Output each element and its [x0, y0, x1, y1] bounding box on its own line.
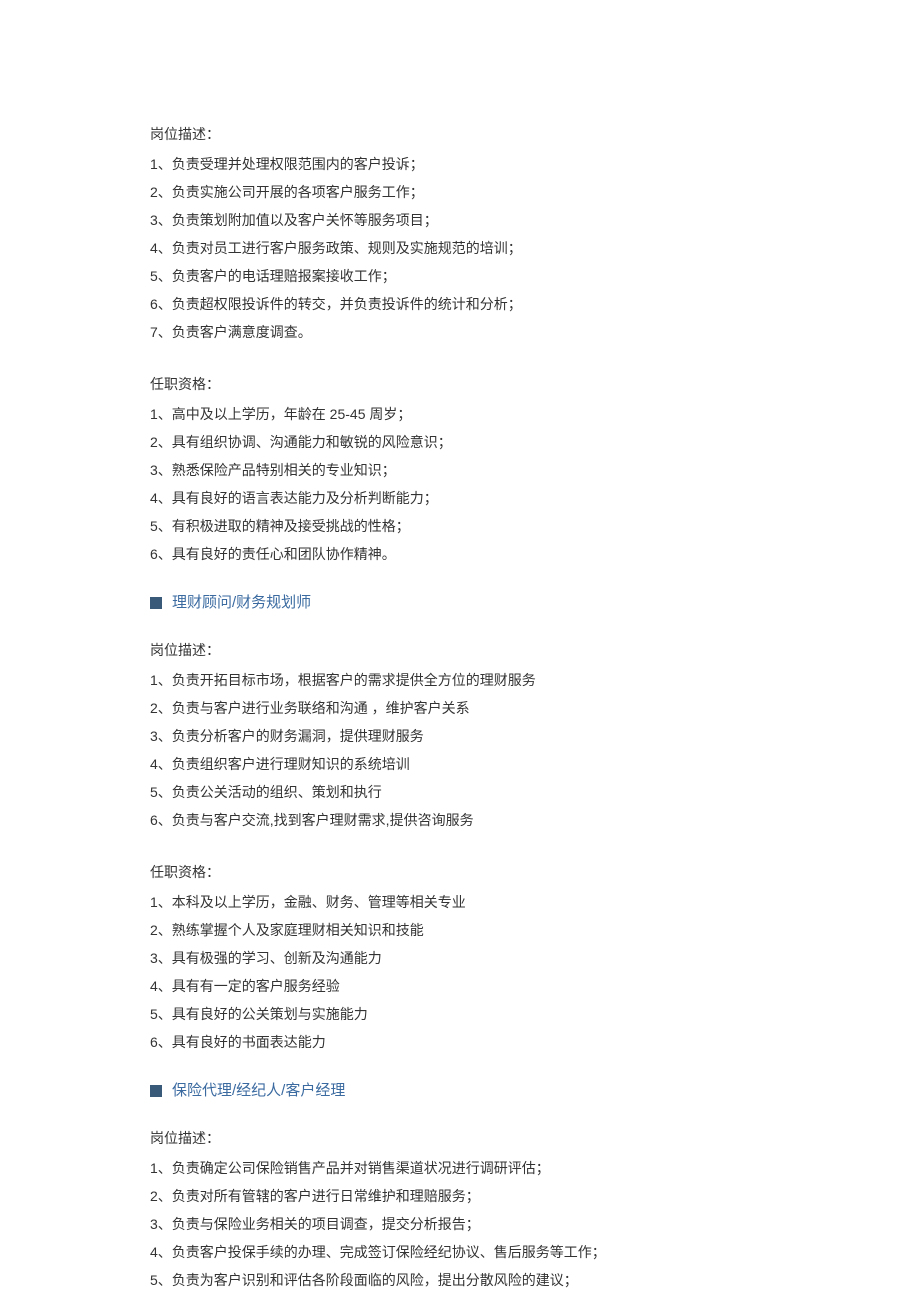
- job-desc-header-2: 岗位描述：: [150, 636, 770, 664]
- list-item: 1、负责确定公司保险销售产品并对销售渠道状况进行调研评估；: [150, 1154, 770, 1182]
- list-item: 3、负责分析客户的财务漏洞，提供理财服务: [150, 722, 770, 750]
- square-bullet-icon: [150, 1085, 162, 1097]
- list-item: 5、负责客户的电话理赔报案接收工作；: [150, 262, 770, 290]
- job-title-2: 理财顾问/财务规划师: [172, 588, 311, 618]
- qual-header-2: 任职资格：: [150, 858, 770, 886]
- list-item: 6、具有良好的书面表达能力: [150, 1028, 770, 1056]
- list-item: 3、熟悉保险产品特别相关的专业知识；: [150, 456, 770, 484]
- list-item: 1、负责受理并处理权限范围内的客户投诉；: [150, 150, 770, 178]
- list-item: 2、具有组织协调、沟通能力和敏锐的风险意识；: [150, 428, 770, 456]
- list-item: 5、负责公关活动的组织、策划和执行: [150, 778, 770, 806]
- list-item: 4、负责对员工进行客户服务政策、规则及实施规范的培训；: [150, 234, 770, 262]
- list-item: 6、负责与客户交流,找到客户理财需求,提供咨询服务: [150, 806, 770, 834]
- section-2: 理财顾问/财务规划师 岗位描述： 1、负责开拓目标市场，根据客户的需求提供全方位…: [150, 588, 770, 1056]
- list-item: 2、负责实施公司开展的各项客户服务工作；: [150, 178, 770, 206]
- section-1: 岗位描述： 1、负责受理并处理权限范围内的客户投诉； 2、负责实施公司开展的各项…: [150, 120, 770, 568]
- list-item: 2、负责与客户进行业务联络和沟通 ，维护客户关系: [150, 694, 770, 722]
- list-item: 1、负责开拓目标市场，根据客户的需求提供全方位的理财服务: [150, 666, 770, 694]
- job-desc-header-1: 岗位描述：: [150, 120, 770, 148]
- list-item: 1、本科及以上学历，金融、财务、管理等相关专业: [150, 888, 770, 916]
- list-item: 5、负责为客户识别和评估各阶段面临的风险，提出分散风险的建议；: [150, 1266, 770, 1294]
- spacer: [150, 346, 770, 370]
- list-item: 4、具有有一定的客户服务经验: [150, 972, 770, 1000]
- list-item: 7、负责客户满意度调查。: [150, 318, 770, 346]
- list-item: 2、熟练掌握个人及家庭理财相关知识和技能: [150, 916, 770, 944]
- spacer: [150, 834, 770, 858]
- qual-header-1: 任职资格：: [150, 370, 770, 398]
- list-item: 3、负责策划附加值以及客户关怀等服务项目；: [150, 206, 770, 234]
- list-item: 4、负责组织客户进行理财知识的系统培训: [150, 750, 770, 778]
- job-title-row-2: 理财顾问/财务规划师: [150, 588, 770, 618]
- list-item: 6、具有良好的责任心和团队协作精神。: [150, 540, 770, 568]
- list-item: 2、负责对所有管辖的客户进行日常维护和理赔服务；: [150, 1182, 770, 1210]
- list-item: 1、高中及以上学历，年龄在 25-45 周岁；: [150, 400, 770, 428]
- list-item: 5、有积极进取的精神及接受挑战的性格；: [150, 512, 770, 540]
- list-item: 3、具有极强的学习、创新及沟通能力: [150, 944, 770, 972]
- job-desc-header-3: 岗位描述：: [150, 1124, 770, 1152]
- job-title-row-3: 保险代理/经纪人/客户经理: [150, 1076, 770, 1106]
- list-item: 4、负责客户投保手续的办理、完成签订保险经纪协议、售后服务等工作；: [150, 1238, 770, 1266]
- list-item: 6、负责超权限投诉件的转交，并负责投诉件的统计和分析；: [150, 290, 770, 318]
- list-item: 5、具有良好的公关策划与实施能力: [150, 1000, 770, 1028]
- job-title-3: 保险代理/经纪人/客户经理: [172, 1076, 345, 1106]
- square-bullet-icon: [150, 597, 162, 609]
- list-item: 3、负责与保险业务相关的项目调查，提交分析报告；: [150, 1210, 770, 1238]
- section-3: 保险代理/经纪人/客户经理 岗位描述： 1、负责确定公司保险销售产品并对销售渠道…: [150, 1076, 770, 1294]
- list-item: 4、具有良好的语言表达能力及分析判断能力；: [150, 484, 770, 512]
